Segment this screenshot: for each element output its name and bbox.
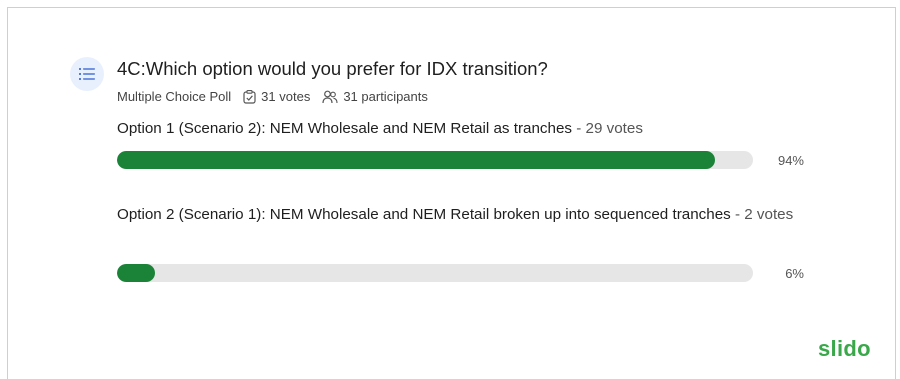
option-1-bar xyxy=(117,151,753,169)
option-1-votes: - 29 votes xyxy=(576,120,643,137)
participants-icon xyxy=(322,90,338,103)
option-2-text: Option 2 (Scenario 1): NEM Wholesale and… xyxy=(117,206,731,223)
option-2-percent: 6% xyxy=(785,266,804,281)
poll-question: 4C:Which option would you prefer for IDX… xyxy=(117,58,548,79)
vote-check-icon xyxy=(243,89,256,104)
option-1-text: Option 1 (Scenario 2): NEM Wholesale and… xyxy=(117,120,572,137)
option-2-bar xyxy=(117,264,753,282)
poll-meta: Multiple Choice Poll 31 votes 31 partici… xyxy=(117,89,428,104)
slido-logo: slido xyxy=(818,336,871,361)
votes-count: 31 votes xyxy=(261,89,311,104)
option-1-label: Option 1 (Scenario 2): NEM Wholesale and… xyxy=(117,116,817,141)
option-1-bar-fill xyxy=(117,151,715,169)
poll-type-label: Multiple Choice Poll xyxy=(117,89,232,104)
option-2-bar-fill xyxy=(117,264,156,282)
option-2-votes: - 2 votes xyxy=(734,206,794,223)
participants-count: 31 participants xyxy=(343,89,428,104)
option-2-label: Option 2 (Scenario 1): NEM Wholesale and… xyxy=(117,202,817,227)
poll-type-badge xyxy=(70,57,104,91)
list-icon xyxy=(79,68,95,80)
option-1-percent: 94% xyxy=(777,153,804,168)
